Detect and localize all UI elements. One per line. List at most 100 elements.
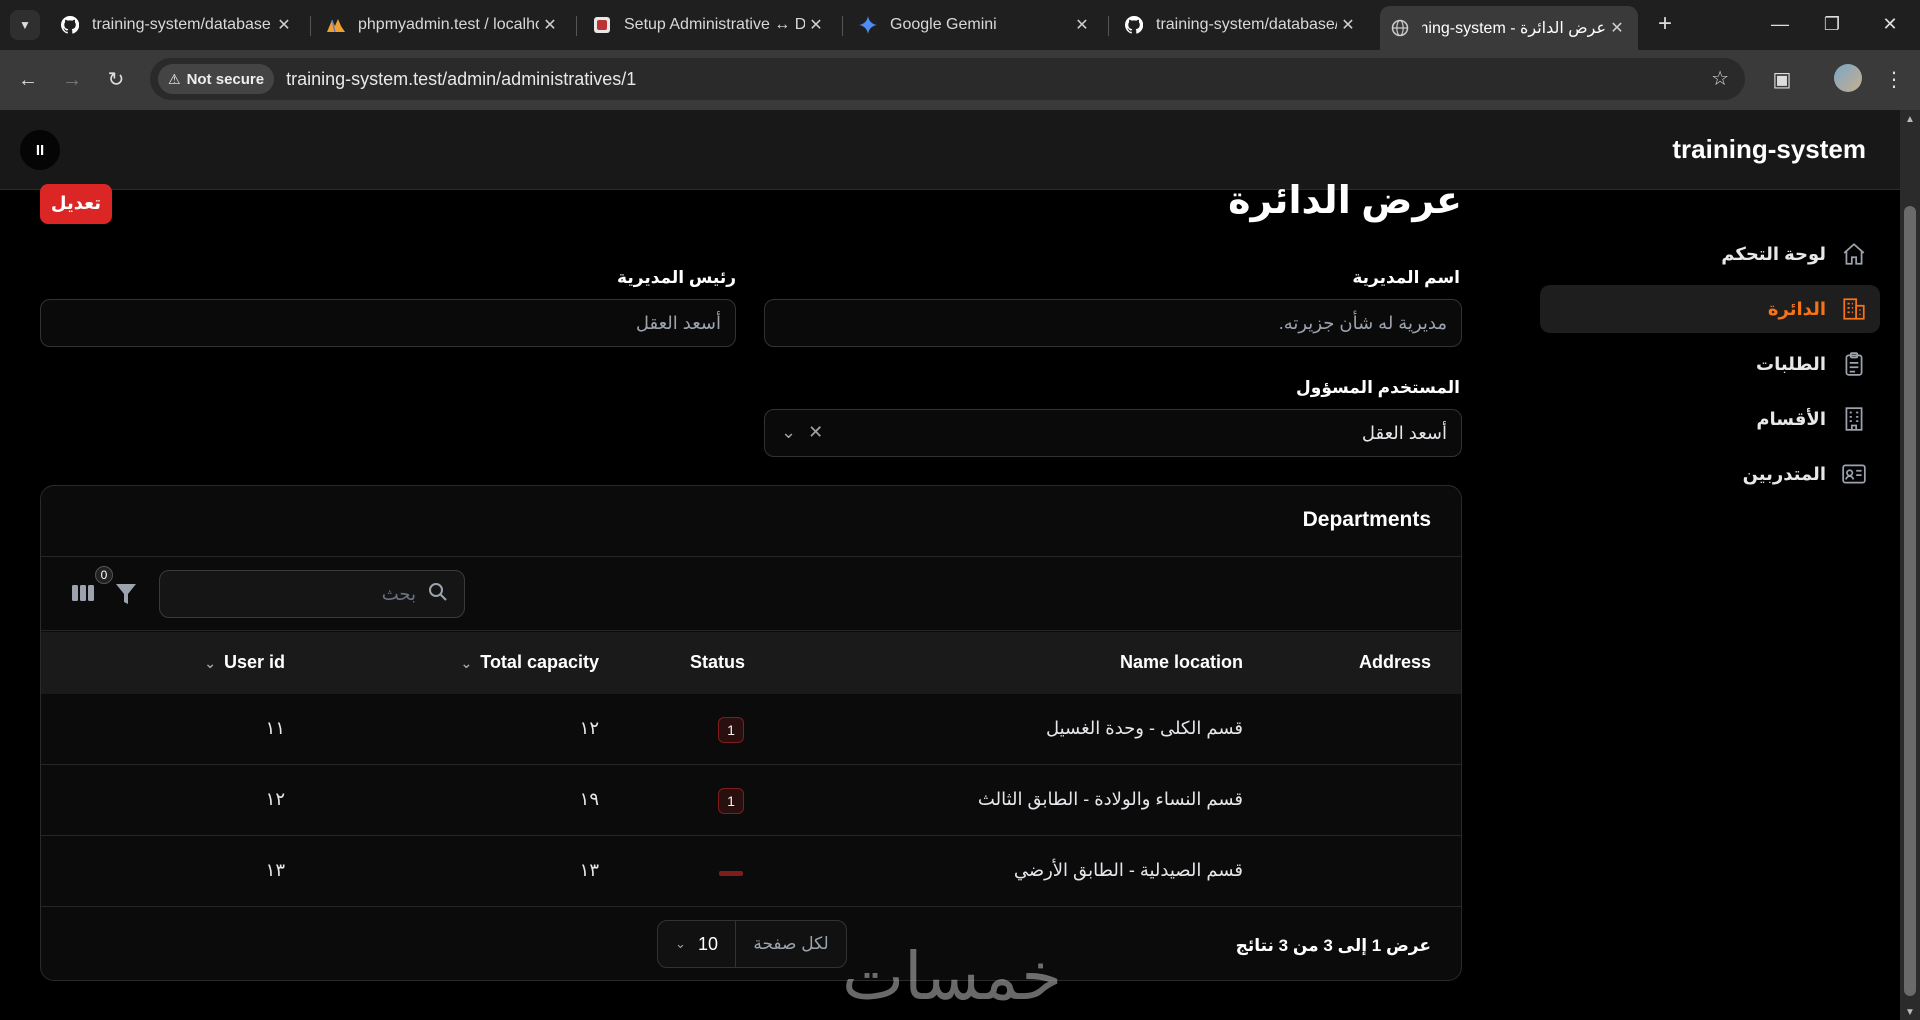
reload-icon[interactable]: ↻ — [102, 66, 130, 94]
tab-search-chevron-icon[interactable]: ▼ — [10, 10, 40, 40]
browser-tab[interactable]: training-system/database/ ✕ — [1114, 8, 1369, 42]
per-page-value: 10 — [697, 933, 718, 954]
table-row[interactable]: قسم الصيدلية - الطابق الأرضي ١٣ ١٣ — [41, 836, 1461, 907]
search-input[interactable]: بحث — [159, 570, 465, 618]
sidebar-item-departments[interactable]: الأقسام — [1540, 395, 1880, 443]
app-header: II training-system — [0, 110, 1900, 190]
scroll-thumb[interactable] — [1904, 206, 1916, 996]
cell-total-capacity: ١٣ — [579, 860, 599, 880]
table-row[interactable]: قسم النساء والولادة - الطابق الثالث 1 ١٩… — [41, 765, 1461, 836]
sidebar-item-trainees[interactable]: المتدربين — [1540, 450, 1880, 498]
browser-tab[interactable]: training-system/database a ✕ — [50, 8, 305, 42]
page-scrollbar[interactable]: ▲ ▼ — [1900, 110, 1920, 1020]
responsible-user-select[interactable]: أسعد العقل ⌄ ✕ — [764, 409, 1462, 457]
id-card-icon — [1840, 460, 1868, 488]
close-tab-icon[interactable]: ✕ — [539, 15, 561, 35]
address-bar[interactable]: ⚠ Not secure training-system.test/admin/… — [150, 58, 1745, 100]
col-user-id[interactable]: ⌄ User id — [204, 652, 285, 673]
gemini-icon — [858, 15, 878, 35]
page-title: عرض الدائرة — [1228, 180, 1462, 222]
github-icon — [60, 15, 80, 35]
columns-toggle-icon[interactable] — [71, 582, 95, 610]
scroll-down-icon[interactable]: ▼ — [1905, 1007, 1915, 1018]
watermark-logo: خمسات — [842, 938, 1064, 1015]
tab-separator — [576, 16, 577, 36]
brand-title[interactable]: training-system — [1672, 134, 1866, 165]
departments-title: Departments — [1302, 508, 1431, 531]
browser-menu-icon[interactable]: ⋮ — [1880, 66, 1908, 94]
browser-tab[interactable]: Google Gemini ✕ — [848, 8, 1103, 42]
close-tab-icon[interactable]: ✕ — [273, 15, 295, 35]
security-chip[interactable]: ⚠ Not secure — [158, 64, 275, 94]
chevron-down-icon: ⌄ — [675, 936, 686, 951]
restore-icon[interactable]: ❐ — [1812, 10, 1852, 40]
directorate-name-label: اسم المديرية — [1352, 268, 1460, 287]
close-tab-icon[interactable]: ✕ — [1071, 15, 1093, 35]
cell-name-location: قسم الكلى - وحدة الغسيل — [1045, 718, 1243, 738]
sidebar-item-directorate[interactable]: الدائرة — [1540, 285, 1880, 333]
cell-total-capacity: ١٢ — [579, 718, 599, 738]
browser-tab-active[interactable]: عرض الدائرة - ining-system ✕ — [1380, 6, 1638, 50]
profile-avatar[interactable] — [1834, 64, 1862, 92]
extensions-icon[interactable]: ▣ — [1768, 66, 1796, 94]
directorate-head-label: رئيس المديرية — [617, 268, 736, 287]
warning-icon: ⚠ — [168, 70, 181, 87]
cell-name-location: قسم النساء والولادة - الطابق الثالث — [977, 789, 1243, 809]
clipboard-icon — [1840, 350, 1868, 378]
bookmark-star-icon[interactable]: ☆ — [1711, 66, 1729, 91]
chevron-down-icon[interactable]: ⌄ — [781, 422, 796, 443]
col-name-location[interactable]: Name location — [1120, 652, 1243, 673]
sort-chevron-icon[interactable]: ⌄ — [461, 655, 473, 671]
browser-tab-bar: ▼ training-system/database a ✕ phpmyadmi… — [0, 0, 1920, 50]
cell-total-capacity: ١٩ — [579, 789, 599, 809]
sidebar-item-dashboard[interactable]: لوحة التحكم — [1540, 230, 1880, 278]
table-row[interactable]: قسم الكلى - وحدة الغسيل 1 ١٢ ١١ — [41, 694, 1461, 765]
pagination-summary: عرض 1 إلى 3 من 3 نتائج — [1235, 936, 1431, 955]
close-tab-icon[interactable]: ✕ — [1337, 15, 1359, 35]
clear-icon[interactable]: ✕ — [808, 422, 823, 443]
per-page-select[interactable]: ⌄ 10 لكل صفحة — [657, 920, 847, 968]
pause-button[interactable]: II — [20, 130, 60, 170]
minimize-icon[interactable]: — — [1760, 10, 1800, 40]
browser-tab[interactable]: phpmyadmin.test / localho ✕ — [316, 8, 571, 42]
cell-user-id: ١٢ — [265, 789, 285, 809]
directorate-name-field: مديرية له شأن جزيرته. — [764, 299, 1462, 347]
new-tab-icon[interactable]: + — [1650, 10, 1680, 40]
browser-tab[interactable]: Setup Administrative ↔ De ✕ — [582, 8, 837, 42]
close-tab-icon[interactable]: ✕ — [805, 15, 827, 35]
back-icon[interactable]: ← — [14, 66, 42, 94]
col-status[interactable]: Status — [690, 652, 745, 673]
tab-separator — [1108, 16, 1109, 36]
edit-button[interactable]: تعديل — [40, 184, 112, 224]
directorate-head-field: أسعد العقل — [40, 299, 736, 347]
departments-card: Departments 0 بحث Address Name location … — [40, 485, 1462, 981]
search-icon — [428, 582, 448, 607]
col-total-capacity[interactable]: ⌄ Total capacity — [461, 652, 599, 673]
status-badge: 1 — [718, 788, 744, 814]
divider — [41, 556, 1461, 557]
cell-user-id: ١١ — [265, 718, 285, 738]
url-text[interactable]: training-system.test/admin/administrativ… — [286, 69, 636, 90]
status-badge-empty — [719, 871, 743, 876]
table-header: Address Name location Status ⌄ Total capa… — [41, 632, 1461, 694]
phpmyadmin-icon — [326, 15, 346, 35]
sidebar-item-requests[interactable]: الطلبات — [1540, 340, 1880, 388]
divider — [41, 630, 1461, 631]
responsible-user-label: المستخدم المسؤول — [1296, 378, 1460, 397]
cell-name-location: قسم الصيدلية - الطابق الأرضي — [1013, 860, 1243, 880]
close-tab-icon[interactable]: ✕ — [1606, 18, 1628, 38]
filter-count-badge: 0 — [95, 566, 113, 584]
col-address[interactable]: Address — [1359, 652, 1431, 673]
office-icon — [1840, 405, 1868, 433]
filter-icon[interactable] — [115, 582, 137, 612]
scroll-up-icon[interactable]: ▲ — [1905, 114, 1915, 125]
globe-icon — [1390, 18, 1410, 38]
window-close-icon[interactable]: ✕ — [1870, 10, 1910, 40]
browser-toolbar: ← → ↻ ⚠ Not secure training-system.test/… — [0, 50, 1920, 110]
app-icon — [592, 15, 612, 35]
cell-user-id: ١٣ — [265, 860, 285, 880]
forward-icon[interactable]: → — [58, 66, 86, 94]
github-icon — [1124, 15, 1144, 35]
sort-chevron-icon[interactable]: ⌄ — [204, 655, 216, 671]
building-icon — [1840, 295, 1868, 323]
